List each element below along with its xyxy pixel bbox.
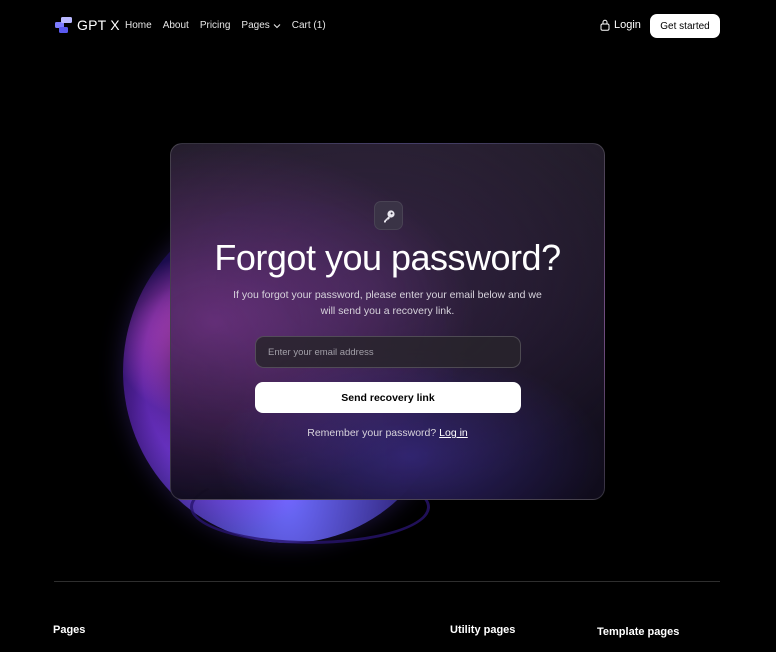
nav-links: Home About Pricing Pages Cart (1) bbox=[125, 20, 326, 31]
login-link[interactable]: Login bbox=[600, 19, 641, 31]
page-title: Forgot you password? bbox=[214, 237, 561, 278]
footer-heading-utility-pages: Utility pages bbox=[450, 624, 516, 636]
footer-divider bbox=[54, 581, 720, 582]
nav-link-cart[interactable]: Cart (1) bbox=[292, 20, 326, 31]
nav-link-home[interactable]: Home bbox=[125, 20, 152, 31]
footer-heading-template-pages: Template pages bbox=[597, 626, 680, 638]
login-label: Login bbox=[614, 19, 641, 31]
top-nav: GPT X Home About Pricing Pages Cart (1) … bbox=[0, 0, 776, 52]
get-started-button[interactable]: Get started bbox=[650, 14, 720, 38]
brand-name: GPT X bbox=[77, 17, 120, 33]
send-recovery-link-button[interactable]: Send recovery link bbox=[255, 382, 521, 413]
forgot-password-card: Forgot you password? If you forgot your … bbox=[170, 143, 605, 500]
remember-prompt: Remember your password? bbox=[307, 427, 437, 439]
login-link-secondary[interactable]: Log in bbox=[439, 427, 468, 439]
page: GPT X Home About Pricing Pages Cart (1) … bbox=[0, 0, 776, 652]
gpt-x-logo-icon bbox=[55, 17, 72, 33]
lock-icon bbox=[600, 19, 610, 31]
nav-link-pages-label: Pages bbox=[241, 20, 270, 31]
email-input[interactable] bbox=[255, 336, 521, 368]
remember-password-text: Remember your password? Log in bbox=[171, 427, 604, 439]
nav-link-pages[interactable]: Pages bbox=[241, 20, 281, 31]
nav-link-about[interactable]: About bbox=[163, 20, 189, 31]
nav-link-pricing[interactable]: Pricing bbox=[200, 20, 231, 31]
chevron-down-icon bbox=[273, 23, 281, 28]
key-badge bbox=[374, 201, 403, 230]
key-icon bbox=[383, 209, 395, 222]
brand-link[interactable]: GPT X bbox=[55, 17, 120, 33]
footer-heading-pages: Pages bbox=[53, 624, 86, 636]
card-description: If you forgot your password, please ente… bbox=[233, 289, 542, 317]
